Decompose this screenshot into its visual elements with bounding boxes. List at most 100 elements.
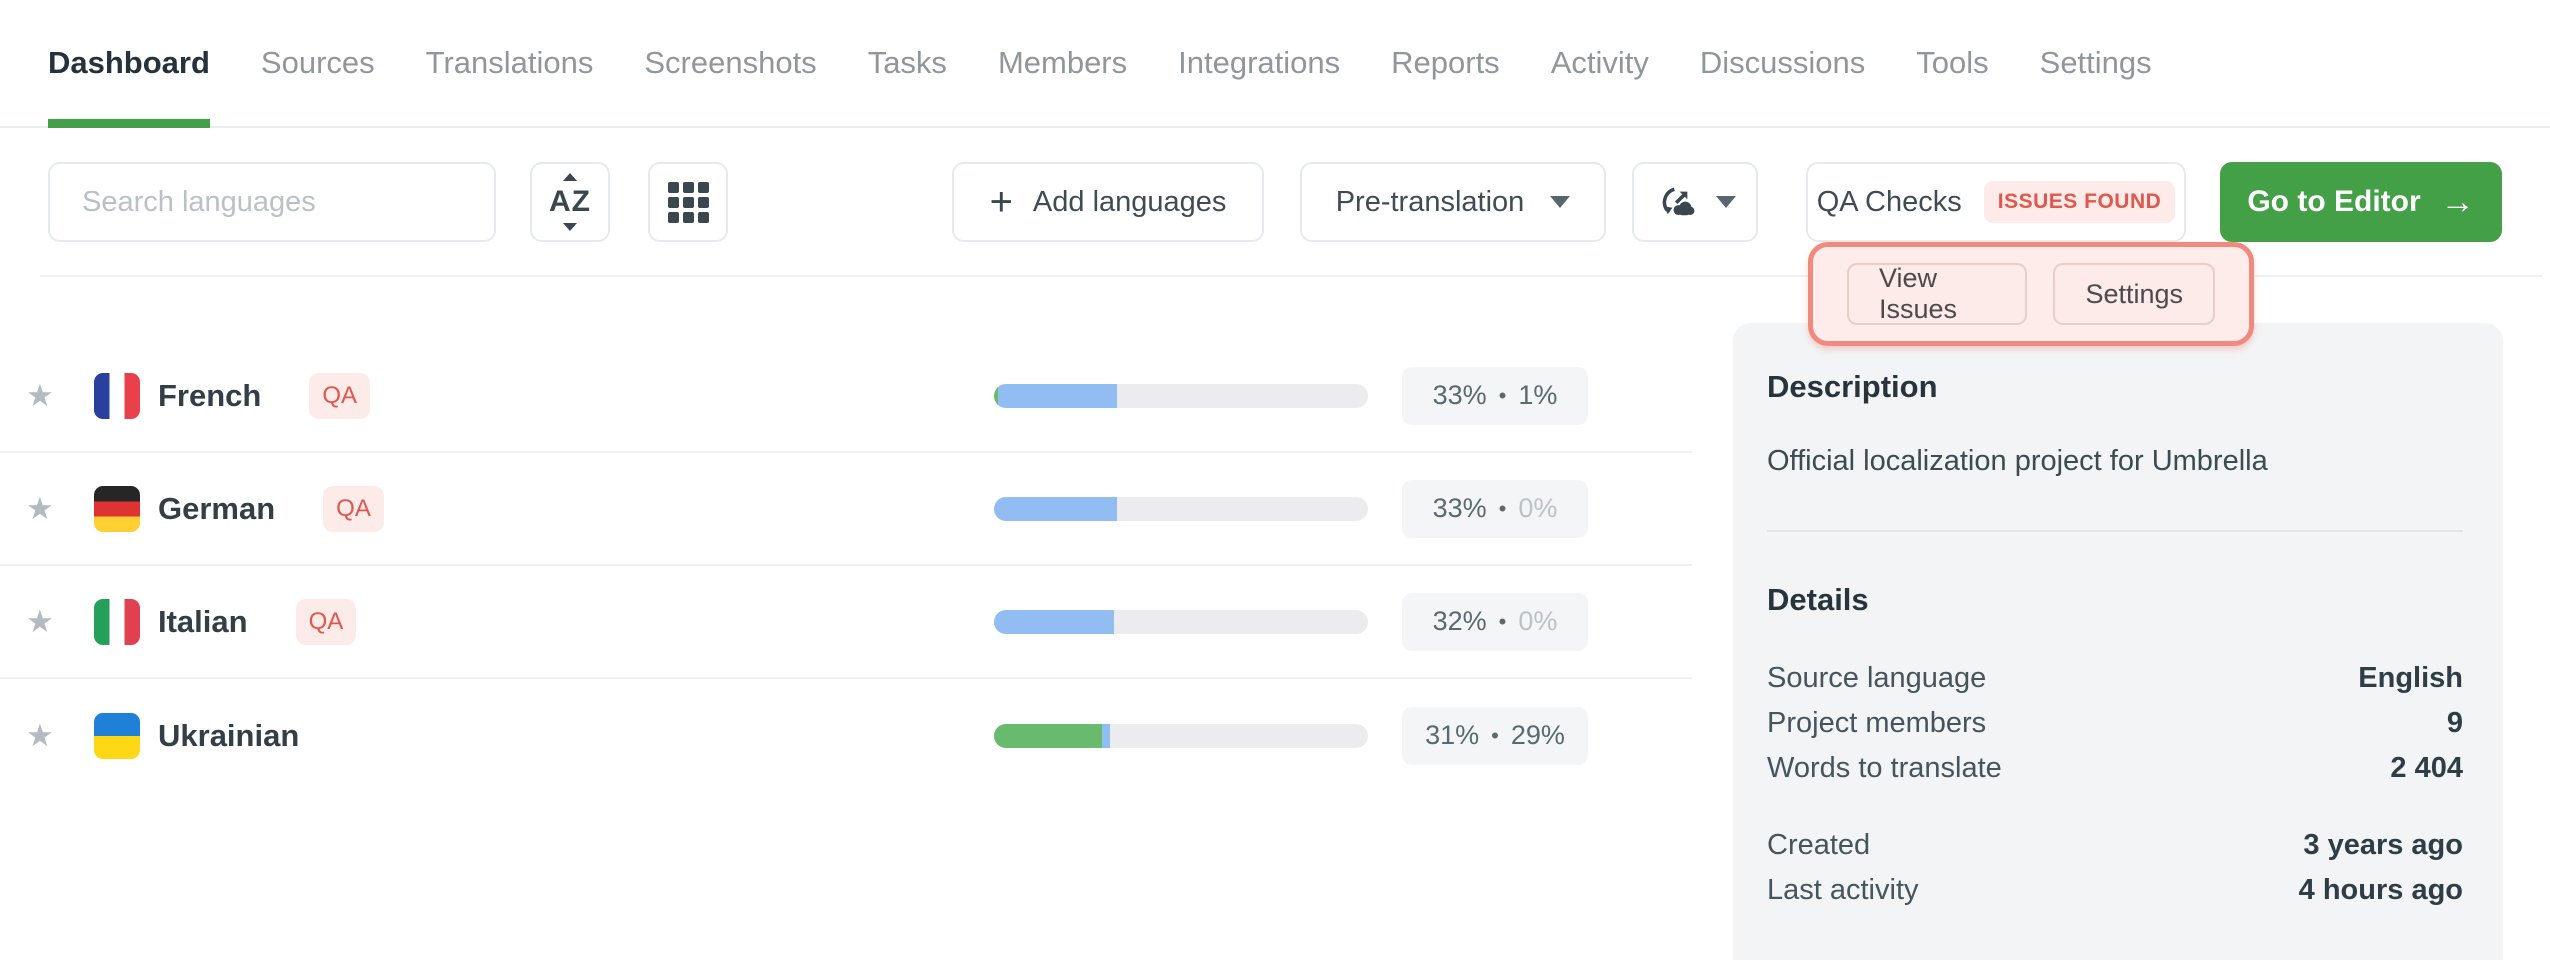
dot-separator: • [1491, 723, 1499, 749]
detail-row-words-to-translate: Words to translate 2 404 [1767, 746, 2463, 791]
details-secondary: Created 3 years ago Last activity 4 hour… [1767, 823, 2463, 913]
detail-label: Created [1767, 829, 1870, 862]
language-row-german[interactable]: ★ German QA 33% • 0% [0, 453, 1692, 566]
tab-sources[interactable]: Sources [261, 0, 375, 126]
caret-down-icon [1716, 196, 1736, 208]
pre-translation-dropdown[interactable]: Pre-translation [1300, 162, 1606, 242]
tab-tools[interactable]: Tools [1916, 0, 1988, 126]
progress-percentages: 32% • 0% [1402, 593, 1588, 651]
translated-percent: 33% [1433, 493, 1487, 524]
translation-progress-bar [994, 610, 1368, 634]
tab-screenshots[interactable]: Screenshots [644, 0, 816, 126]
tab-translations[interactable]: Translations [426, 0, 594, 126]
tab-discussions[interactable]: Discussions [1700, 0, 1865, 126]
caret-down-icon [1550, 196, 1570, 208]
detail-row-last-activity: Last activity 4 hours ago [1767, 868, 2463, 913]
star-icon[interactable]: ★ [26, 378, 60, 414]
cloud-sync-icon [1654, 179, 1700, 225]
flag-germany-icon [94, 486, 140, 532]
language-list: ★ French QA 33% • 1% ★ German QA 33% • 0… [0, 340, 1692, 792]
description-text: Official localization project for Umbrel… [1767, 445, 2463, 478]
detail-row-source-language: Source language English [1767, 656, 2463, 701]
tab-activity[interactable]: Activity [1551, 0, 1649, 126]
language-name: German [158, 491, 275, 527]
language-name: Ukrainian [158, 718, 299, 754]
issues-found-badge: ISSUES FOUND [1984, 181, 2176, 223]
search-languages-wrap [48, 162, 496, 242]
approved-percent: 1% [1518, 380, 1557, 411]
translated-progress [994, 610, 1114, 634]
approved-percent: 29% [1511, 720, 1565, 751]
translated-progress [994, 497, 1117, 521]
detail-row-project-members: Project members 9 [1767, 701, 2463, 746]
language-row-french[interactable]: ★ French QA 33% • 1% [0, 340, 1692, 453]
language-row-ukrainian[interactable]: ★ Ukrainian QA 31% • 29% [0, 679, 1692, 792]
add-languages-label: Add languages [1033, 186, 1227, 219]
details-primary: Source language English Project members … [1767, 656, 2463, 791]
detail-label: Last activity [1767, 874, 1919, 907]
tab-integrations[interactable]: Integrations [1178, 0, 1340, 126]
project-nav: Dashboard Sources Translations Screensho… [0, 0, 2550, 128]
sort-languages-button[interactable]: AZ [530, 162, 610, 242]
translated-percent: 31% [1425, 720, 1479, 751]
flag-france-icon [94, 373, 140, 419]
star-icon[interactable]: ★ [26, 718, 60, 754]
language-row-italian[interactable]: ★ Italian QA 32% • 0% [0, 566, 1692, 679]
detail-value: 3 years ago [2303, 829, 2463, 862]
tab-reports[interactable]: Reports [1391, 0, 1500, 126]
pre-translation-label: Pre-translation [1336, 186, 1525, 219]
qa-checks-button[interactable]: QA Checks ISSUES FOUND [1806, 162, 2186, 242]
translated-progress [998, 384, 1118, 408]
sort-desc-icon [563, 223, 577, 231]
language-name: French [158, 378, 261, 414]
approved-percent: 0% [1518, 493, 1557, 524]
translation-progress-bar [994, 384, 1368, 408]
project-details-panel: Description Official localization projec… [1733, 323, 2503, 960]
tab-dashboard[interactable]: Dashboard [48, 0, 210, 126]
qa-issues-badge: QA [296, 599, 357, 645]
grid-view-button[interactable] [648, 162, 728, 242]
qa-checks-label: QA Checks [1817, 186, 1962, 219]
view-issues-button[interactable]: View Issues [1847, 263, 2027, 325]
detail-label: Words to translate [1767, 752, 2002, 785]
dot-separator: • [1499, 383, 1507, 409]
qa-settings-button[interactable]: Settings [2053, 263, 2215, 325]
languages-toolbar: AZ + Add languages Pre-translation [48, 162, 2502, 242]
sort-az-icon: AZ [549, 185, 591, 219]
dot-separator: • [1499, 609, 1507, 635]
translated-percent: 32% [1433, 606, 1487, 637]
qa-issues-badge: QA [323, 486, 384, 532]
panel-divider [1767, 530, 2463, 532]
machine-translation-dropdown[interactable] [1632, 162, 1758, 242]
language-name: Italian [158, 604, 248, 640]
detail-value: 9 [2447, 707, 2463, 740]
detail-label: Source language [1767, 662, 1986, 695]
qa-issues-badge: QA [309, 373, 370, 419]
sort-asc-icon [563, 173, 577, 181]
flag-ukraine-icon [94, 713, 140, 759]
flag-italy-icon [94, 599, 140, 645]
tab-settings[interactable]: Settings [2040, 0, 2152, 126]
tab-tasks[interactable]: Tasks [868, 0, 947, 126]
details-title: Details [1767, 582, 2463, 618]
progress-percentages: 33% • 0% [1402, 480, 1588, 538]
detail-row-created: Created 3 years ago [1767, 823, 2463, 868]
approved-percent: 0% [1518, 606, 1557, 637]
qa-checks-popover: View Issues Settings [1808, 242, 2254, 346]
search-languages-input[interactable] [48, 162, 496, 242]
add-languages-button[interactable]: + Add languages [952, 162, 1264, 242]
detail-value: 2 404 [2390, 752, 2463, 785]
go-to-editor-label: Go to Editor [2247, 185, 2420, 219]
go-to-editor-button[interactable]: Go to Editor → [2220, 162, 2502, 242]
dot-separator: • [1499, 496, 1507, 522]
approved-progress [994, 724, 1102, 748]
detail-value: English [2358, 662, 2463, 695]
progress-percentages: 33% • 1% [1402, 367, 1588, 425]
grid-view-icon [668, 182, 709, 223]
description-title: Description [1767, 369, 2463, 405]
detail-value: 4 hours ago [2299, 874, 2463, 907]
tab-members[interactable]: Members [998, 0, 1127, 126]
star-icon[interactable]: ★ [26, 491, 60, 527]
translation-progress-bar [994, 497, 1368, 521]
star-icon[interactable]: ★ [26, 604, 60, 640]
